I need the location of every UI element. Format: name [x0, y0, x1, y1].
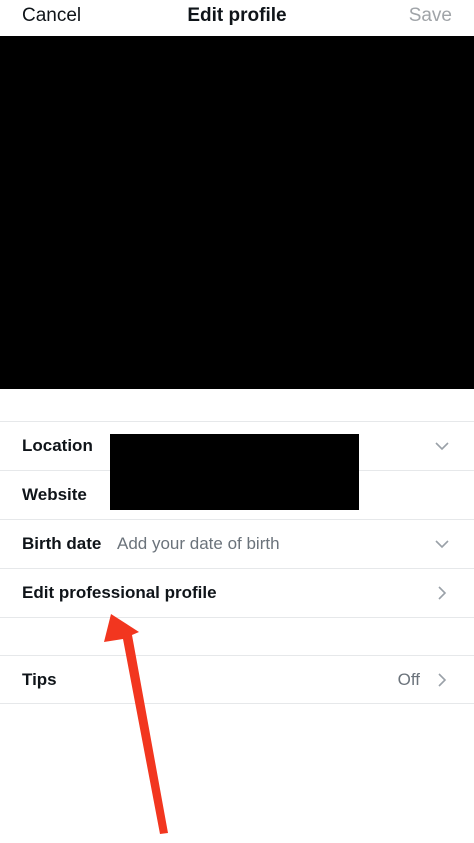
tips-value: Off: [397, 669, 420, 689]
chevron-right-icon: [432, 583, 452, 603]
tips-label: Tips: [22, 669, 57, 689]
page-title: Edit profile: [187, 5, 287, 26]
edit-professional-profile-label: Edit professional profile: [22, 583, 217, 602]
birth-date-row[interactable]: Birth date Add your date of birth: [0, 520, 474, 569]
redacted-field-values: [110, 434, 359, 510]
profile-header-image[interactable]: [0, 36, 474, 389]
birth-date-placeholder: Add your date of birth: [117, 534, 280, 553]
chevron-down-icon: [432, 534, 452, 554]
navigation-bar: Cancel Edit profile Save: [0, 0, 474, 36]
tips-row[interactable]: Tips Off: [0, 655, 474, 704]
birth-date-label: Birth date: [22, 534, 102, 553]
chevron-right-icon: [432, 670, 452, 690]
location-label: Location: [22, 436, 93, 455]
edit-professional-profile-row[interactable]: Edit professional profile: [0, 569, 474, 618]
chevron-down-icon: [432, 436, 452, 456]
website-label: Website: [22, 485, 87, 504]
save-button[interactable]: Save: [409, 5, 452, 27]
